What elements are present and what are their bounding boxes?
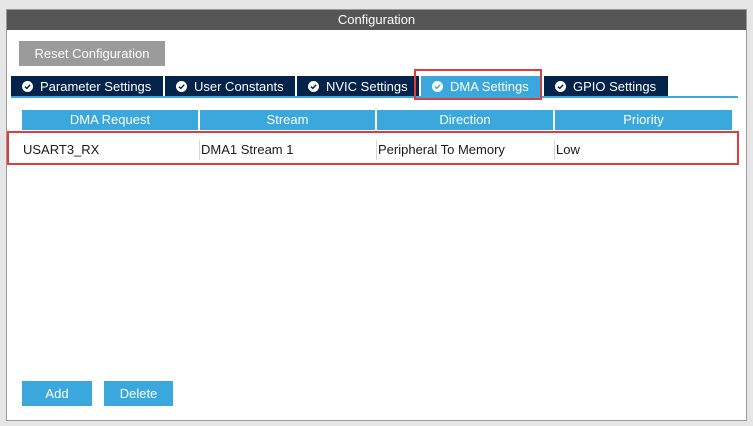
tab-label: NVIC Settings	[326, 78, 408, 94]
column-header-priority[interactable]: Priority	[555, 110, 732, 130]
check-circle-icon	[176, 80, 187, 92]
add-button[interactable]: Add	[22, 381, 92, 406]
cell-priority: Low	[556, 142, 580, 157]
tab-gpio-settings[interactable]: GPIO Settings	[544, 76, 668, 96]
check-circle-icon	[308, 80, 319, 92]
panel-title: Configuration	[7, 10, 746, 30]
check-circle-icon	[432, 80, 443, 92]
column-header-stream[interactable]: Stream	[200, 110, 375, 130]
configuration-panel: Configuration Reset Configuration Parame…	[6, 9, 747, 421]
column-header-dma-request[interactable]: DMA Request	[22, 110, 198, 130]
tab-label: DMA Settings	[450, 78, 529, 94]
tab-label: Parameter Settings	[40, 78, 152, 94]
settings-tabs: Parameter Settings User Constants NVIC S…	[11, 74, 742, 98]
tab-dma-settings[interactable]: DMA Settings	[421, 76, 542, 96]
cell-dma-request: USART3_RX	[23, 142, 100, 157]
tab-label: GPIO Settings	[573, 78, 657, 94]
table-header: DMA Request Stream Direction Priority	[22, 110, 732, 130]
tab-label: User Constants	[194, 78, 284, 94]
tab-nvic-settings[interactable]: NVIC Settings	[297, 76, 419, 96]
check-circle-icon	[22, 80, 33, 92]
cell-direction: Peripheral To Memory	[378, 142, 505, 157]
tab-underline	[11, 96, 738, 98]
cell-stream: DMA1 Stream 1	[201, 142, 294, 157]
reset-configuration-button[interactable]: Reset Configuration	[19, 41, 165, 66]
column-header-direction[interactable]: Direction	[377, 110, 553, 130]
tab-parameter-settings[interactable]: Parameter Settings	[11, 76, 163, 96]
table-row[interactable]: USART3_RX DMA1 Stream 1 Peripheral To Me…	[22, 137, 732, 163]
dma-request-table: DMA Request Stream Direction Priority US…	[22, 110, 732, 160]
tab-user-constants[interactable]: User Constants	[165, 76, 295, 96]
check-circle-icon	[555, 80, 566, 92]
delete-button[interactable]: Delete	[104, 381, 173, 406]
